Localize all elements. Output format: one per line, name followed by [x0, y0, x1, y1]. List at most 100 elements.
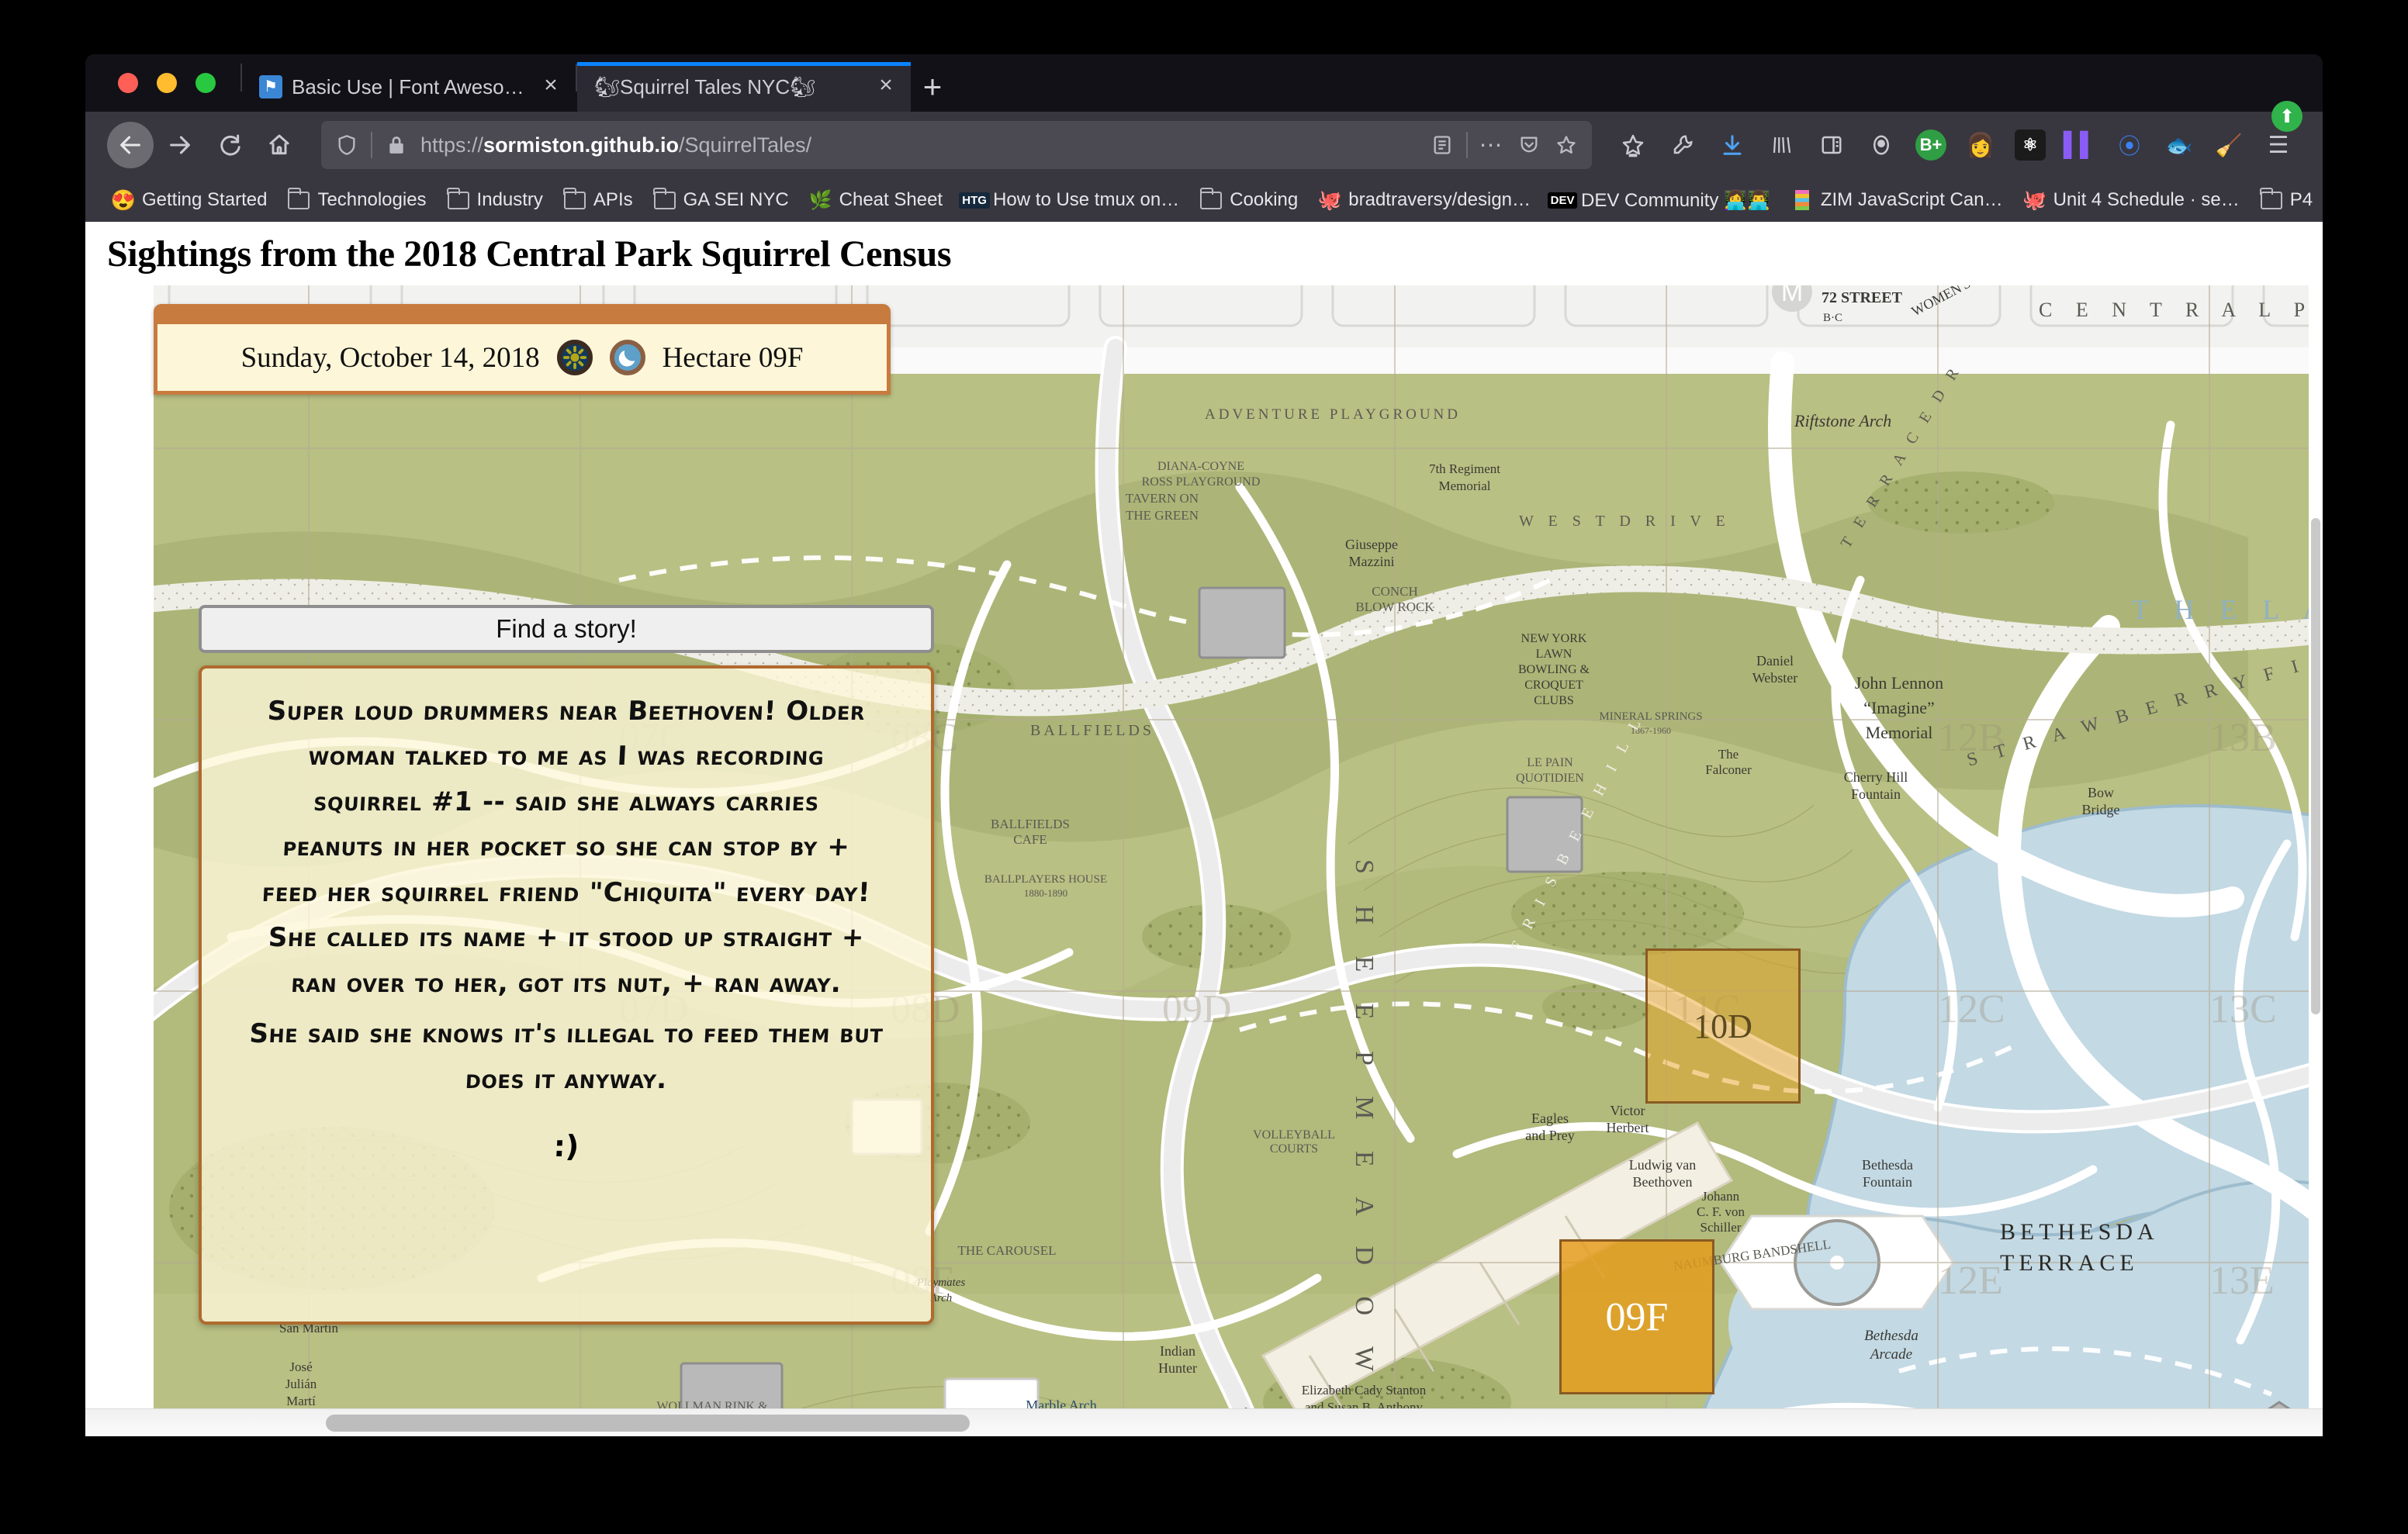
broom-icon[interactable]: 🧹	[2206, 123, 2251, 168]
svg-text:Victor: Victor	[1611, 1103, 1645, 1118]
bookmark-dev-community[interactable]: DEV DEV Community 👩‍💻👨‍💻	[1543, 185, 1778, 216]
bookmark-ga-sei-nyc[interactable]: GA SEI NYC	[645, 185, 797, 215]
firefox-icon: 😍	[110, 188, 137, 212]
svg-text:BOWLING &: BOWLING &	[1518, 663, 1590, 676]
svg-text:NEW YORK: NEW YORK	[1521, 632, 1587, 645]
tab-basic-use-font-awesome[interactable]: ⚑ Basic Use | Font Awesome ×	[242, 62, 576, 112]
svg-text:TERRACE: TERRACE	[2000, 1250, 2139, 1276]
story-line: She said she knows it's illegal to feed …	[248, 1018, 884, 1050]
sighting-info-box: Sunday, October 14, 2018 Hectare 09F	[154, 304, 891, 395]
hectare-label: Hectare 09F	[662, 341, 804, 374]
svg-text:The: The	[1718, 747, 1739, 762]
bookmark-apis[interactable]: APIs	[555, 185, 641, 215]
svg-text:Schiller: Schiller	[1700, 1220, 1742, 1235]
update-available-badge[interactable]: ⬆	[2271, 101, 2302, 132]
horizontal-scrollbar[interactable]	[85, 1408, 2323, 1436]
svg-text:WOLLMAN RINK &: WOLLMAN RINK &	[656, 1400, 768, 1408]
svg-text:S H E E P M E A D O W: S H E E P M E A D O W	[1350, 859, 1379, 1384]
svg-text:Martí: Martí	[286, 1394, 316, 1408]
svg-text:C. F. von: C. F. von	[1697, 1204, 1745, 1219]
svg-text:13C: 13C	[2209, 987, 2277, 1031]
svg-text:13B: 13B	[2209, 716, 2277, 760]
horizontal-scrollbar-thumb[interactable]	[326, 1415, 970, 1432]
fish-icon[interactable]: 🐟	[2157, 123, 2202, 168]
shield-icon[interactable]	[334, 132, 360, 158]
bookmark-bradtraversy-design[interactable]: 🐙 bradtraversy/design…	[1310, 185, 1538, 215]
downloads-icon[interactable]	[1710, 123, 1755, 168]
close-icon[interactable]: ×	[537, 73, 565, 101]
story-line: squirrel #1 -- said she always carries	[313, 786, 820, 817]
bookmark-star-icon[interactable]	[1611, 123, 1656, 168]
folder-icon	[2260, 187, 2283, 210]
svg-text:B·C: B·C	[1823, 312, 1842, 324]
bookmark-p4[interactable]: P4	[2252, 185, 2320, 215]
close-window-button[interactable]	[118, 73, 138, 93]
maximize-window-button[interactable]	[195, 73, 216, 93]
sighting-date: Sunday, October 14, 2018	[240, 341, 540, 374]
svg-text:BALLPLAYERS HOUSE: BALLPLAYERS HOUSE	[984, 873, 1107, 886]
address-bar[interactable]: https://sormiston.github.io/SquirrelTale…	[321, 121, 1592, 169]
dev-badge: DEV	[1547, 192, 1578, 209]
account-icon[interactable]	[1859, 123, 1904, 168]
new-tab-button[interactable]: +	[911, 62, 954, 112]
svg-text:Daniel: Daniel	[1756, 653, 1794, 669]
vertical-scrollbar[interactable]	[2309, 285, 2323, 1408]
story-line: peanuts in her pocket so she can stop by…	[282, 831, 851, 863]
bookmarks-bar: 😍 Getting Started Technologies Industry …	[85, 178, 2323, 222]
tab-squirrel-tales-nyc[interactable]: 🐿Squirrel Tales NYC🐿 ×	[577, 62, 911, 112]
vertical-scrollbar-thumb[interactable]	[2311, 518, 2320, 1014]
react-devtools-icon[interactable]: ⚛	[2008, 123, 2053, 168]
bookmark-how-to-use-tmux[interactable]: HTG How to Use tmux on…	[955, 185, 1187, 215]
hectare-09F-selected[interactable]: 09F	[1559, 1239, 1714, 1394]
find-a-story-button[interactable]: Find a story!	[199, 605, 934, 653]
svg-text:Marble Arch: Marble Arch	[1026, 1398, 1096, 1408]
htg-badge: HTG	[959, 192, 990, 209]
bitwarden-icon[interactable]: B+	[1908, 123, 1953, 168]
reload-icon[interactable]	[206, 122, 253, 168]
close-icon[interactable]: ×	[872, 73, 900, 101]
bookmark-label: DEV Community 👩‍💻👨‍💻	[1581, 189, 1770, 211]
svg-text:John Lennon: John Lennon	[1855, 673, 1943, 693]
svg-text:Riftstone Arch: Riftstone Arch	[1794, 411, 1891, 430]
svg-text:Eagles: Eagles	[1531, 1111, 1569, 1126]
moon-icon[interactable]	[609, 340, 645, 375]
page-title: Sightings from the 2018 Central Park Squ…	[107, 233, 952, 275]
minimize-window-button[interactable]	[157, 73, 177, 93]
bookmark-cooking[interactable]: Cooking	[1192, 185, 1306, 215]
page-actions-icon[interactable]: ⋯	[1479, 132, 1505, 158]
svg-text:LE PAIN: LE PAIN	[1527, 756, 1573, 769]
extensions-toolbar: B+ 👩 ⚛ ▌▌ ⦿ 🐟 🧹 ☰	[1611, 123, 2301, 168]
svg-text:CAFE: CAFE	[1013, 832, 1047, 847]
bookmark-cheat-sheet[interactable]: 🌿 Cheat Sheet	[801, 185, 950, 215]
forward-icon[interactable]	[157, 122, 203, 168]
svg-text:and Susan B. Anthony: and Susan B. Anthony	[1305, 1400, 1424, 1408]
sidebar-icon[interactable]	[1809, 123, 1854, 168]
avatar-extension-icon[interactable]: 👩	[1958, 123, 2003, 168]
bookmark-technologies[interactable]: Technologies	[279, 185, 434, 215]
lock-icon[interactable]	[383, 132, 410, 158]
colorpicker-icon[interactable]: ▌▌	[2057, 123, 2102, 168]
bookmark-unit-4-schedule[interactable]: 🐙 Unit 4 Schedule · se…	[2015, 185, 2247, 215]
bookmark-industry[interactable]: Industry	[439, 185, 551, 215]
bookmark-star-icon[interactable]	[1553, 132, 1579, 158]
sun-icon[interactable]	[556, 340, 593, 375]
pocket-icon[interactable]	[1516, 132, 1542, 158]
reader-mode-icon[interactable]	[1429, 132, 1455, 158]
folder-icon	[287, 187, 310, 210]
story-line: She called its name + it stood up straig…	[267, 922, 866, 954]
svg-text:Falconer: Falconer	[1705, 762, 1752, 777]
svg-text:THE GREEN: THE GREEN	[1126, 508, 1199, 523]
back-icon[interactable]	[107, 122, 154, 168]
bookmark-getting-started[interactable]: 😍 Getting Started	[104, 185, 275, 215]
howtogeek-icon: HTG	[959, 190, 990, 210]
library-icon[interactable]	[1759, 123, 1804, 168]
dev-icon: DEV	[1547, 190, 1578, 210]
feather-icon[interactable]: ⦿	[2107, 123, 2152, 168]
home-icon[interactable]	[256, 122, 303, 168]
svg-text:72 STREET: 72 STREET	[1822, 289, 1903, 306]
wrench-icon[interactable]	[1660, 123, 1705, 168]
svg-text:Bridge: Bridge	[2082, 802, 2120, 817]
svg-text:12C: 12C	[1938, 987, 2005, 1031]
bookmark-zim-javascript[interactable]: ZIM JavaScript Can…	[1783, 185, 2011, 215]
hectare-10D[interactable]: 10D	[1645, 948, 1801, 1104]
